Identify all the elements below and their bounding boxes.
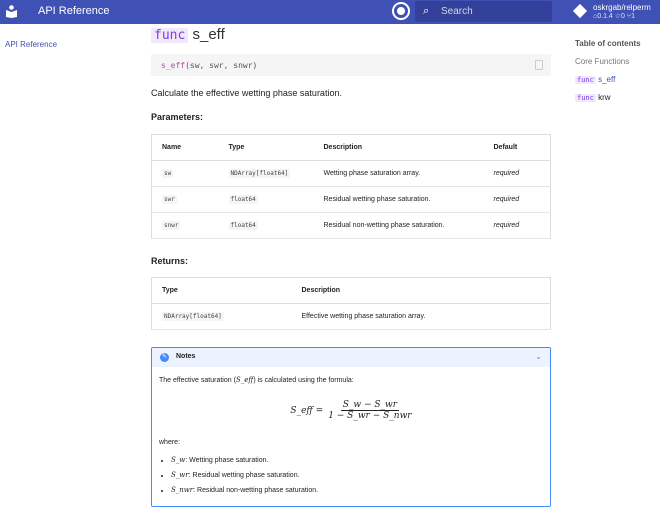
returns-heading: Returns: [151, 256, 189, 266]
search-placeholder: Search [441, 6, 473, 17]
signature-code-block: s_eff(sw, swr, snwr) [151, 54, 551, 76]
copy-icon[interactable] [535, 60, 543, 70]
text: : Residual non-wetting phase saturation. [193, 487, 319, 494]
math: S_wr [171, 471, 189, 479]
formula-numerator: S_w − S_wr [340, 400, 400, 411]
book-logo-icon[interactable] [6, 5, 17, 18]
parameters-heading: Parameters: [151, 112, 204, 122]
col-header: Default [483, 134, 551, 161]
page-title: func s_eff [151, 26, 225, 43]
chevron-down-icon[interactable]: ⌄ [535, 352, 542, 361]
top-header: API Reference ⌕ Search oskrgab/relperm ⌂… [0, 0, 660, 24]
col-header: Type [218, 134, 314, 161]
text: : Residual wetting phase saturation. [188, 472, 300, 479]
table-row: snwr float64 Residual non-wetting phase sa… [151, 212, 551, 239]
param-type: NDArray[float64] [228, 169, 291, 178]
col-header: Type [151, 277, 292, 304]
math: S_nwr [171, 486, 194, 494]
list-item: S_nwr: Residual non-wetting phase satura… [171, 486, 543, 494]
table-row: NDArray[float64] Effective wetting phase … [151, 303, 551, 330]
param-desc: Wetting phase saturation array. [313, 160, 484, 187]
toc-item-label: s_eff [598, 75, 616, 84]
notes-intro: The effective saturation (S_eff) is calc… [159, 376, 543, 384]
function-name: s_eff [192, 26, 225, 43]
col-header: Description [291, 277, 551, 304]
sidebar-item-api-reference[interactable]: API Reference [5, 40, 57, 49]
toc-item-krw[interactable]: func krw [575, 93, 641, 102]
formula-lhs: S_eff = [290, 405, 324, 416]
parameters-table: Name Type Description Default sw NDArray[flo… [151, 134, 551, 239]
param-desc: Residual wetting phase saturation. [313, 186, 484, 213]
returns-table: Type Description NDArray[float64] Effectiv… [151, 277, 551, 330]
where-label: where: [159, 439, 181, 446]
notes-title: Notes [176, 353, 196, 360]
formula: S_eff = S_w − S_wr 1 − S_wr − S_nwr [159, 400, 543, 421]
site-title[interactable]: API Reference [38, 5, 110, 17]
formula-denominator: 1 − S_wr − S_nwr [328, 411, 412, 421]
repo-name: oskrgab/relperm [593, 3, 651, 12]
search-icon: ⌕ [423, 5, 430, 17]
math: S_eff [235, 376, 254, 384]
signature-fn: s_eff [161, 61, 186, 70]
func-badge: func [575, 94, 596, 102]
table-row: swr float64 Residual wetting phase saturat… [151, 186, 551, 213]
text: : Wetting phase saturation. [185, 457, 269, 464]
param-type: float64 [228, 195, 258, 204]
param-default: required [493, 196, 520, 203]
toc-item-s-eff[interactable]: func s_eff [575, 75, 641, 84]
notes-admonition: ✎ Notes ⌄ The effective saturation (S_eff)… [151, 347, 551, 507]
return-type: NDArray[float64] [162, 312, 224, 321]
param-type: float64 [228, 221, 258, 230]
return-desc: Effective wetting phase saturation array… [291, 303, 551, 330]
param-name: swr [162, 195, 177, 204]
param-desc: Residual non-wetting phase saturation. [313, 212, 484, 239]
toc-section[interactable]: Core Functions [575, 57, 641, 66]
math: S_w [171, 456, 186, 464]
repo-forks: 1 [631, 13, 636, 20]
signature-args: (sw, swr, snwr) [185, 61, 258, 70]
repo-facts: ⌂0.1.4 ☆0 ⑂1 [593, 13, 636, 20]
toc-item-label: krw [598, 93, 611, 102]
pencil-icon: ✎ [160, 353, 169, 362]
text: ) is calculated using the formula: [253, 377, 354, 384]
func-badge: func [151, 28, 189, 43]
notes-header[interactable]: ✎ Notes ⌄ [152, 348, 550, 367]
repo-version: 0.1.4 [597, 13, 613, 20]
param-name: snwr [162, 221, 181, 230]
col-header: Description [313, 134, 484, 161]
repo-stars: 0 [621, 13, 625, 20]
list-item: S_w: Wetting phase saturation. [171, 456, 543, 464]
theme-toggle-icon[interactable] [394, 4, 408, 18]
summary: Calculate the effective wetting phase sa… [151, 88, 342, 98]
text: The effective saturation ( [159, 377, 236, 384]
variables-list: S_w: Wetting phase saturation. S_wr: Res… [159, 456, 543, 494]
git-icon [572, 3, 588, 19]
param-name: sw [162, 169, 174, 178]
param-default: required [493, 222, 520, 229]
func-badge: func [575, 76, 596, 84]
toc-title: Table of contents [575, 39, 641, 48]
list-item: S_wr: Residual wetting phase saturation. [171, 471, 543, 479]
search-input[interactable]: ⌕ Search [415, 1, 552, 22]
param-default: required [493, 170, 520, 177]
table-row: sw NDArray[float64] Wetting phase saturati… [151, 160, 551, 187]
table-of-contents: Table of contents Core Functions func s_… [575, 39, 641, 111]
col-header: Name [151, 134, 219, 161]
